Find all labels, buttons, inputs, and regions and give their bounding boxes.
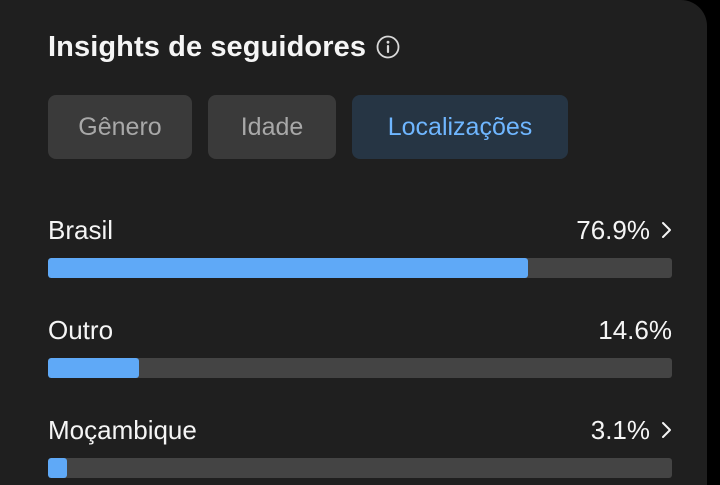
location-percent: 3.1% (590, 414, 650, 445)
tab-idade[interactable]: Idade (208, 95, 336, 159)
card-header: Insights de seguidores (48, 28, 401, 66)
percent-bar-fill (48, 358, 140, 378)
location-row-mocambique[interactable]: Moçambique 3.1% (48, 414, 672, 478)
percent-bar-track (48, 458, 672, 478)
chevron-right-icon (660, 421, 672, 439)
info-icon[interactable] (375, 34, 401, 60)
chevron-right-icon (660, 221, 672, 239)
follower-insights-card: Insights de seguidores Gênero Idade Loca… (0, 0, 707, 485)
percent-bar-fill (48, 258, 528, 278)
location-name: Moçambique (48, 414, 197, 445)
insights-tabs: Gênero Idade Localizações (48, 95, 568, 159)
location-name: Brasil (48, 214, 114, 245)
location-percent: 76.9% (576, 214, 650, 245)
percent-bar-fill (48, 458, 68, 478)
percent-bar-track (48, 358, 672, 378)
location-name: Outro (48, 314, 114, 345)
percent-bar-track (48, 258, 672, 278)
tab-localizacoes[interactable]: Localizações (352, 95, 568, 159)
tab-genero[interactable]: Gênero (48, 95, 192, 159)
location-row-brasil[interactable]: Brasil 76.9% (48, 214, 672, 278)
location-percent: 14.6% (598, 314, 672, 345)
card-title: Insights de seguidores (48, 30, 367, 63)
location-row-outro: Outro 14.6% (48, 314, 672, 378)
